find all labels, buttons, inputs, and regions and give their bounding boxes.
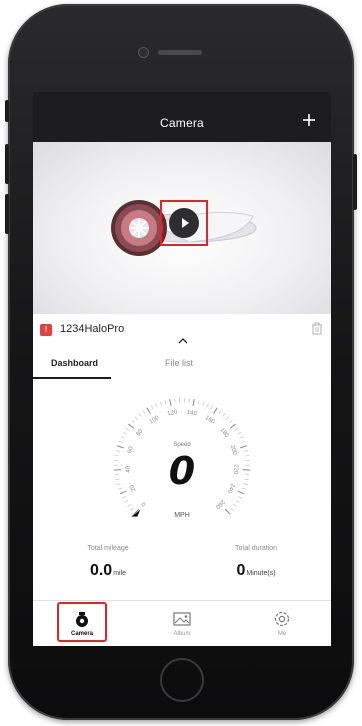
gauge-tick <box>192 399 195 407</box>
total-mileage-value: 0.0mile <box>53 562 163 580</box>
chevron-up-icon[interactable] <box>178 336 188 346</box>
gauge-tick-label: 180 <box>219 427 230 439</box>
mileage-number: 0.0 <box>89 562 113 579</box>
gauge-tick <box>134 416 139 420</box>
camera-preview[interactable] <box>33 142 331 314</box>
gauge-tick <box>164 400 167 405</box>
gauge-tick <box>213 407 218 415</box>
gauge-tick-label: 160 <box>204 415 216 426</box>
mileage-unit: mile <box>113 570 127 577</box>
gauge-tick <box>169 399 172 407</box>
gauge-tick-label: 100 <box>149 415 161 426</box>
home-button[interactable] <box>160 658 204 702</box>
gauge-tick <box>138 413 142 417</box>
device-status-badge: ! <box>40 324 52 336</box>
gauge-tick <box>206 403 209 408</box>
album-icon <box>173 612 191 626</box>
gauge-tick <box>197 400 200 405</box>
front-camera <box>138 47 149 58</box>
gauge-tick <box>131 420 135 424</box>
volume-up-button <box>5 144 9 184</box>
total-mileage-label: Total mileage <box>87 545 129 552</box>
app-screen: Camera ! 1234HaloPro Dashboard File list… <box>33 92 331 646</box>
gauge-tick <box>146 407 151 415</box>
gauge-tick-label: 140 <box>186 410 198 418</box>
plus-icon <box>303 114 315 126</box>
gauge-tick-label: 80 <box>136 428 145 437</box>
speed-value: 0 <box>168 449 196 493</box>
app-header: Camera <box>33 92 331 142</box>
device-name: 1234HaloPro <box>60 323 125 335</box>
gauge-tick <box>233 504 237 507</box>
gauge-tick <box>237 431 242 435</box>
gauge-tick <box>124 500 129 503</box>
gauge-tick <box>122 496 126 499</box>
mute-switch <box>5 100 9 122</box>
gauge-tick <box>235 500 240 503</box>
gauge-tick <box>202 401 205 406</box>
nav-me[interactable]: Me <box>247 601 317 646</box>
duration-unit: Minute(s) <box>246 570 276 577</box>
gauge-tick <box>127 504 131 507</box>
gauge-tick <box>125 427 130 431</box>
total-duration-label: Total duration <box>234 545 278 552</box>
duration-number: 0 <box>236 562 246 579</box>
camera-tab-highlight <box>57 602 107 642</box>
page-title: Camera <box>160 116 204 130</box>
tab-file-list[interactable]: File list <box>165 358 193 368</box>
gauge-tick <box>128 423 135 429</box>
gauge-tick <box>210 405 214 410</box>
tab-dashboard[interactable]: Dashboard <box>51 358 98 368</box>
gauge-tick <box>120 436 125 439</box>
nav-me-label: Me <box>277 631 287 637</box>
gauge-tick <box>238 496 242 499</box>
gauge-tick <box>130 507 134 511</box>
gauge-tick <box>142 410 146 414</box>
nav-album[interactable]: Album <box>147 601 217 646</box>
speed-label: Speed <box>173 442 191 448</box>
gauge-tick <box>229 420 233 424</box>
play-button[interactable] <box>160 200 208 246</box>
gauge-tick-label: 260 <box>214 498 226 510</box>
active-tab-indicator <box>33 377 111 379</box>
gauge-tick <box>159 401 162 406</box>
speed-unit: MPH <box>174 512 190 519</box>
gauge-tick <box>155 403 158 408</box>
gauge-tick <box>218 410 222 414</box>
gauge-tick <box>234 427 239 431</box>
gauge-tick-label: 120 <box>167 409 179 417</box>
total-duration-value: 0Minute(s) <box>201 562 311 580</box>
gauge-tick <box>150 405 154 410</box>
add-camera-button[interactable] <box>297 108 321 132</box>
volume-down-button <box>5 194 9 234</box>
gauge-tick <box>229 423 236 429</box>
gauge-tick <box>230 507 234 511</box>
gauge-tick-label: 0 <box>140 500 147 507</box>
trash-icon[interactable] <box>311 322 323 335</box>
gauge-tick <box>239 436 244 439</box>
gauge-tick <box>225 416 230 420</box>
gear-icon <box>274 611 290 627</box>
nav-album-label: Album <box>173 631 191 637</box>
gauge-tick <box>122 431 127 435</box>
earpiece-speaker <box>158 50 202 55</box>
power-button <box>353 154 357 210</box>
gauge-tick <box>222 413 226 417</box>
play-icon <box>169 208 199 238</box>
